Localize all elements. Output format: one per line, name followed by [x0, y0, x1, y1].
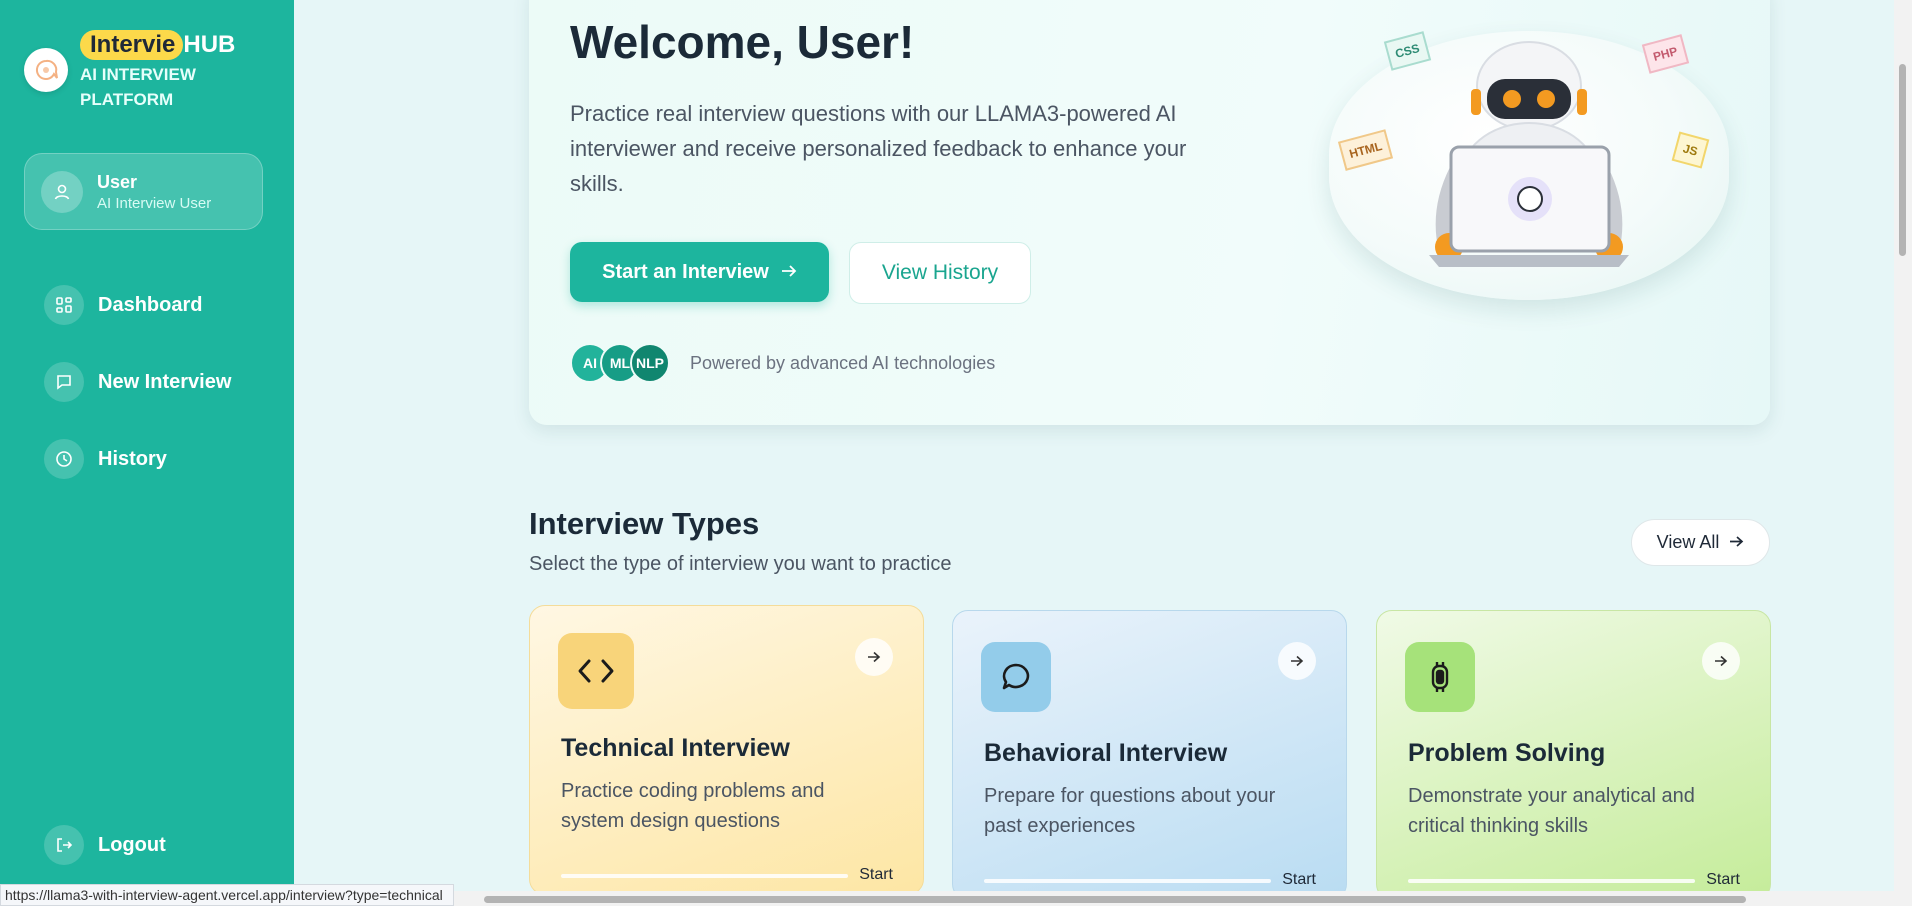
hero-description: Practice real interview questions with o… [570, 101, 1187, 196]
card-progress-bar [984, 879, 1271, 883]
logout-label: Logout [98, 833, 166, 856]
card-progress-bar [1408, 879, 1695, 883]
card-progress-bar [561, 874, 848, 878]
logout-button[interactable]: Logout [44, 824, 166, 866]
brand[interactable]: Intervie HUB AI INTERVIEW PLATFORM [24, 28, 235, 112]
interview-type-card-problem-solving[interactable]: Problem Solving Demonstrate your analyti… [1376, 610, 1771, 900]
logo-icon [24, 48, 68, 92]
view-all-label: View All [1656, 532, 1720, 552]
chat-icon [44, 362, 84, 402]
user-icon [41, 170, 83, 213]
brand-subtitle: AI INTERVIEW PLATFORM [80, 65, 196, 109]
sidebar-item-dashboard[interactable]: Dashboard [44, 284, 231, 326]
card-description: Prepare for questions about your past ex… [984, 785, 1276, 837]
vertical-scrollbar[interactable] [1894, 0, 1912, 906]
code-icon [558, 633, 634, 709]
start-interview-label: Start an Interview [602, 260, 769, 283]
user-name: User [97, 171, 138, 192]
sidebar-nav: Dashboard New Interview History [44, 284, 231, 515]
tech-badges: AI ML NLP Powered by advanced AI technol… [570, 343, 995, 383]
view-all-button[interactable]: View All [1631, 519, 1770, 566]
start-interview-button[interactable]: Start an Interview [570, 242, 829, 302]
card-title: Technical Interview [561, 734, 790, 762]
interview-type-card-behavioral[interactable]: Behavioral Interview Prepare for questio… [952, 610, 1347, 900]
card-start-label[interactable]: Start [1282, 871, 1316, 889]
scrollbar-thumb[interactable] [484, 896, 1746, 903]
grid-icon [44, 285, 84, 325]
card-title: Problem Solving [1408, 739, 1606, 767]
logout-icon [44, 825, 84, 865]
card-arrow-button[interactable] [1702, 642, 1740, 680]
tech-badge-nlp: NLP [630, 343, 670, 383]
brand-name: Intervie HUB [80, 28, 235, 62]
interview-type-card-technical[interactable]: Technical Interview Practice coding prob… [529, 605, 924, 895]
powered-by-text: Powered by advanced AI technologies [690, 352, 996, 373]
brand-name-highlight: Intervie [80, 30, 184, 60]
card-start-label[interactable]: Start [1706, 871, 1740, 889]
sidebar-item-label: Dashboard [98, 293, 203, 316]
section-subtitle: Select the type of interview you want to… [529, 553, 952, 575]
arrow-right-icon [1729, 532, 1744, 553]
sidebar-item-new-interview[interactable]: New Interview [44, 361, 231, 403]
card-start-label[interactable]: Start [859, 866, 893, 884]
sidebar: Intervie HUB AI INTERVIEW PLATFORM User A… [0, 0, 294, 906]
view-history-button[interactable]: View History [849, 242, 1031, 304]
card-description: Practice coding problems and system desi… [561, 780, 825, 832]
arrow-right-icon [781, 261, 797, 284]
section-title: Interview Types [529, 506, 760, 541]
card-arrow-button[interactable] [1278, 642, 1316, 680]
sidebar-item-history[interactable]: History [44, 438, 231, 480]
page-title: Welcome, User! [570, 16, 915, 68]
brain-chip-icon [1405, 642, 1475, 712]
sidebar-item-label: New Interview [98, 370, 232, 393]
speech-bubble-icon [981, 642, 1051, 712]
card-description: Demonstrate your analytical and critical… [1408, 785, 1695, 837]
robot-illustration: CSS PHP HTML JS [1329, 31, 1729, 300]
card-arrow-button[interactable] [855, 638, 893, 676]
scrollbar-thumb[interactable] [1899, 64, 1906, 256]
clock-icon [44, 439, 84, 479]
view-history-label: View History [881, 261, 999, 284]
user-profile-card[interactable]: User AI Interview User [24, 153, 263, 230]
user-role: AI Interview User [97, 194, 212, 212]
brand-name-rest: HUB [183, 31, 236, 58]
sidebar-item-label: History [98, 447, 167, 470]
card-title: Behavioral Interview [984, 739, 1228, 767]
status-bar-url: https://llama3-with-interview-agent.verc… [0, 884, 454, 906]
